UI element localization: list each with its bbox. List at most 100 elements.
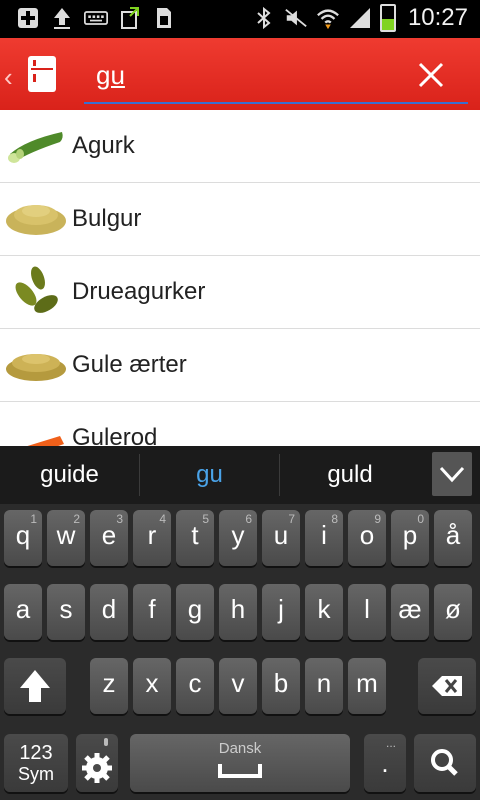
settings-key[interactable] bbox=[76, 734, 118, 792]
suggestion-item[interactable]: guld bbox=[280, 446, 420, 504]
key-e[interactable]: 3e bbox=[90, 510, 128, 566]
space-key[interactable]: Dansk bbox=[130, 734, 350, 792]
key-å[interactable]: å bbox=[434, 510, 472, 566]
suggestion-item[interactable]: gu bbox=[140, 446, 279, 504]
key-label: y bbox=[231, 520, 245, 550]
key-label: ø bbox=[445, 594, 461, 624]
close-icon bbox=[418, 62, 444, 88]
action-bar: ‹ bbox=[0, 38, 480, 110]
refresh-icon bbox=[118, 6, 142, 30]
key-m[interactable]: m bbox=[348, 658, 386, 714]
key-æ[interactable]: æ bbox=[391, 584, 429, 640]
keyboard: 123 Sym Dansk ... . 1q2w3e4r5t6y7u8i9o0p… bbox=[0, 504, 480, 800]
key-label: æ bbox=[398, 594, 422, 624]
sim-icon bbox=[152, 6, 176, 30]
key-label: i bbox=[321, 520, 327, 550]
key-label: w bbox=[56, 520, 76, 550]
key-label: q bbox=[15, 520, 31, 550]
chevron-down-icon bbox=[439, 466, 465, 483]
key-d[interactable]: d bbox=[90, 584, 128, 640]
key-v[interactable]: v bbox=[219, 658, 257, 714]
symbols-key[interactable]: 123 Sym bbox=[4, 734, 68, 792]
item-label: Gulerod bbox=[72, 424, 158, 446]
key-i[interactable]: 8i bbox=[305, 510, 343, 566]
space-bar-icon bbox=[218, 764, 262, 778]
key-p[interactable]: 0p bbox=[391, 510, 429, 566]
key-label: x bbox=[145, 668, 159, 698]
item-label: Drueagurker bbox=[72, 278, 206, 305]
backspace-icon bbox=[432, 676, 462, 696]
list-item[interactable]: Gule ærter bbox=[0, 329, 480, 402]
key-label: o bbox=[359, 520, 375, 550]
keyboard-icon bbox=[84, 6, 108, 30]
key-label: s bbox=[59, 594, 73, 624]
results-list: Agurk Bulgur Drueagurker Gule ærter Gule… bbox=[0, 110, 480, 446]
key-label: u bbox=[273, 520, 289, 550]
key-label: b bbox=[273, 668, 289, 698]
key-c[interactable]: c bbox=[176, 658, 214, 714]
search-key[interactable] bbox=[414, 734, 476, 792]
key-k[interactable]: k bbox=[305, 584, 343, 640]
gear-icon bbox=[82, 738, 112, 783]
key-s[interactable]: s bbox=[47, 584, 85, 640]
key-label: j bbox=[278, 594, 284, 624]
symbols-key-line2: Sym bbox=[18, 764, 54, 784]
key-n[interactable]: n bbox=[305, 658, 343, 714]
search-icon bbox=[431, 749, 458, 776]
clear-search-button[interactable] bbox=[414, 58, 448, 92]
key-x[interactable]: x bbox=[133, 658, 171, 714]
symbols-key-line1: 123 bbox=[19, 742, 53, 764]
key-g[interactable]: g bbox=[176, 584, 214, 640]
fridge-app-icon[interactable] bbox=[28, 56, 56, 92]
carrot-image bbox=[6, 408, 66, 446]
period-key[interactable]: ... . bbox=[364, 734, 406, 792]
cucumber-image bbox=[6, 116, 66, 176]
key-q[interactable]: 1q bbox=[4, 510, 42, 566]
key-label: f bbox=[148, 594, 156, 624]
item-label: Bulgur bbox=[72, 205, 142, 232]
mute-icon bbox=[284, 6, 308, 30]
add-icon bbox=[16, 6, 40, 30]
key-t[interactable]: 5t bbox=[176, 510, 214, 566]
key-o[interactable]: 9o bbox=[348, 510, 386, 566]
key-label: t bbox=[191, 520, 199, 550]
list-item[interactable]: Agurk bbox=[0, 110, 480, 183]
clock: 10:27 bbox=[407, 4, 468, 31]
key-b[interactable]: b bbox=[262, 658, 300, 714]
key-z[interactable]: z bbox=[90, 658, 128, 714]
gherkins-image bbox=[6, 262, 66, 322]
search-input[interactable] bbox=[96, 58, 396, 92]
key-label: a bbox=[15, 594, 31, 624]
list-item[interactable]: Bulgur bbox=[0, 183, 480, 256]
key-r[interactable]: 4r bbox=[133, 510, 171, 566]
key-ø[interactable]: ø bbox=[434, 584, 472, 640]
shift-arrow-icon bbox=[20, 670, 50, 702]
key-y[interactable]: 6y bbox=[219, 510, 257, 566]
key-label: c bbox=[188, 668, 202, 698]
item-label: Gule ærter bbox=[72, 351, 187, 378]
key-h[interactable]: h bbox=[219, 584, 257, 640]
key-j[interactable]: j bbox=[262, 584, 300, 640]
key-a[interactable]: a bbox=[4, 584, 42, 640]
expand-suggestions-button[interactable] bbox=[432, 452, 472, 496]
list-item[interactable]: Gulerod bbox=[0, 402, 480, 446]
key-l[interactable]: l bbox=[348, 584, 386, 640]
key-label: k bbox=[317, 594, 331, 624]
suggestion-strip: guide gu guld bbox=[0, 446, 480, 504]
key-label: l bbox=[364, 594, 370, 624]
suggestion-item[interactable]: guide bbox=[0, 446, 139, 504]
mic-hint-icon bbox=[104, 738, 108, 746]
key-w[interactable]: 2w bbox=[47, 510, 85, 566]
key-f[interactable]: f bbox=[133, 584, 171, 640]
key-label: h bbox=[230, 594, 246, 624]
backspace-key[interactable] bbox=[418, 658, 476, 714]
shift-key[interactable] bbox=[4, 658, 66, 714]
key-u[interactable]: 7u bbox=[262, 510, 300, 566]
status-bar: 10:27 bbox=[0, 0, 480, 38]
battery-icon bbox=[379, 4, 396, 32]
up-caret-icon[interactable]: ‹ bbox=[4, 62, 13, 93]
signal-icon bbox=[348, 6, 372, 30]
key-label: g bbox=[187, 594, 203, 624]
key-label: p bbox=[402, 520, 418, 550]
list-item[interactable]: Drueagurker bbox=[0, 256, 480, 329]
